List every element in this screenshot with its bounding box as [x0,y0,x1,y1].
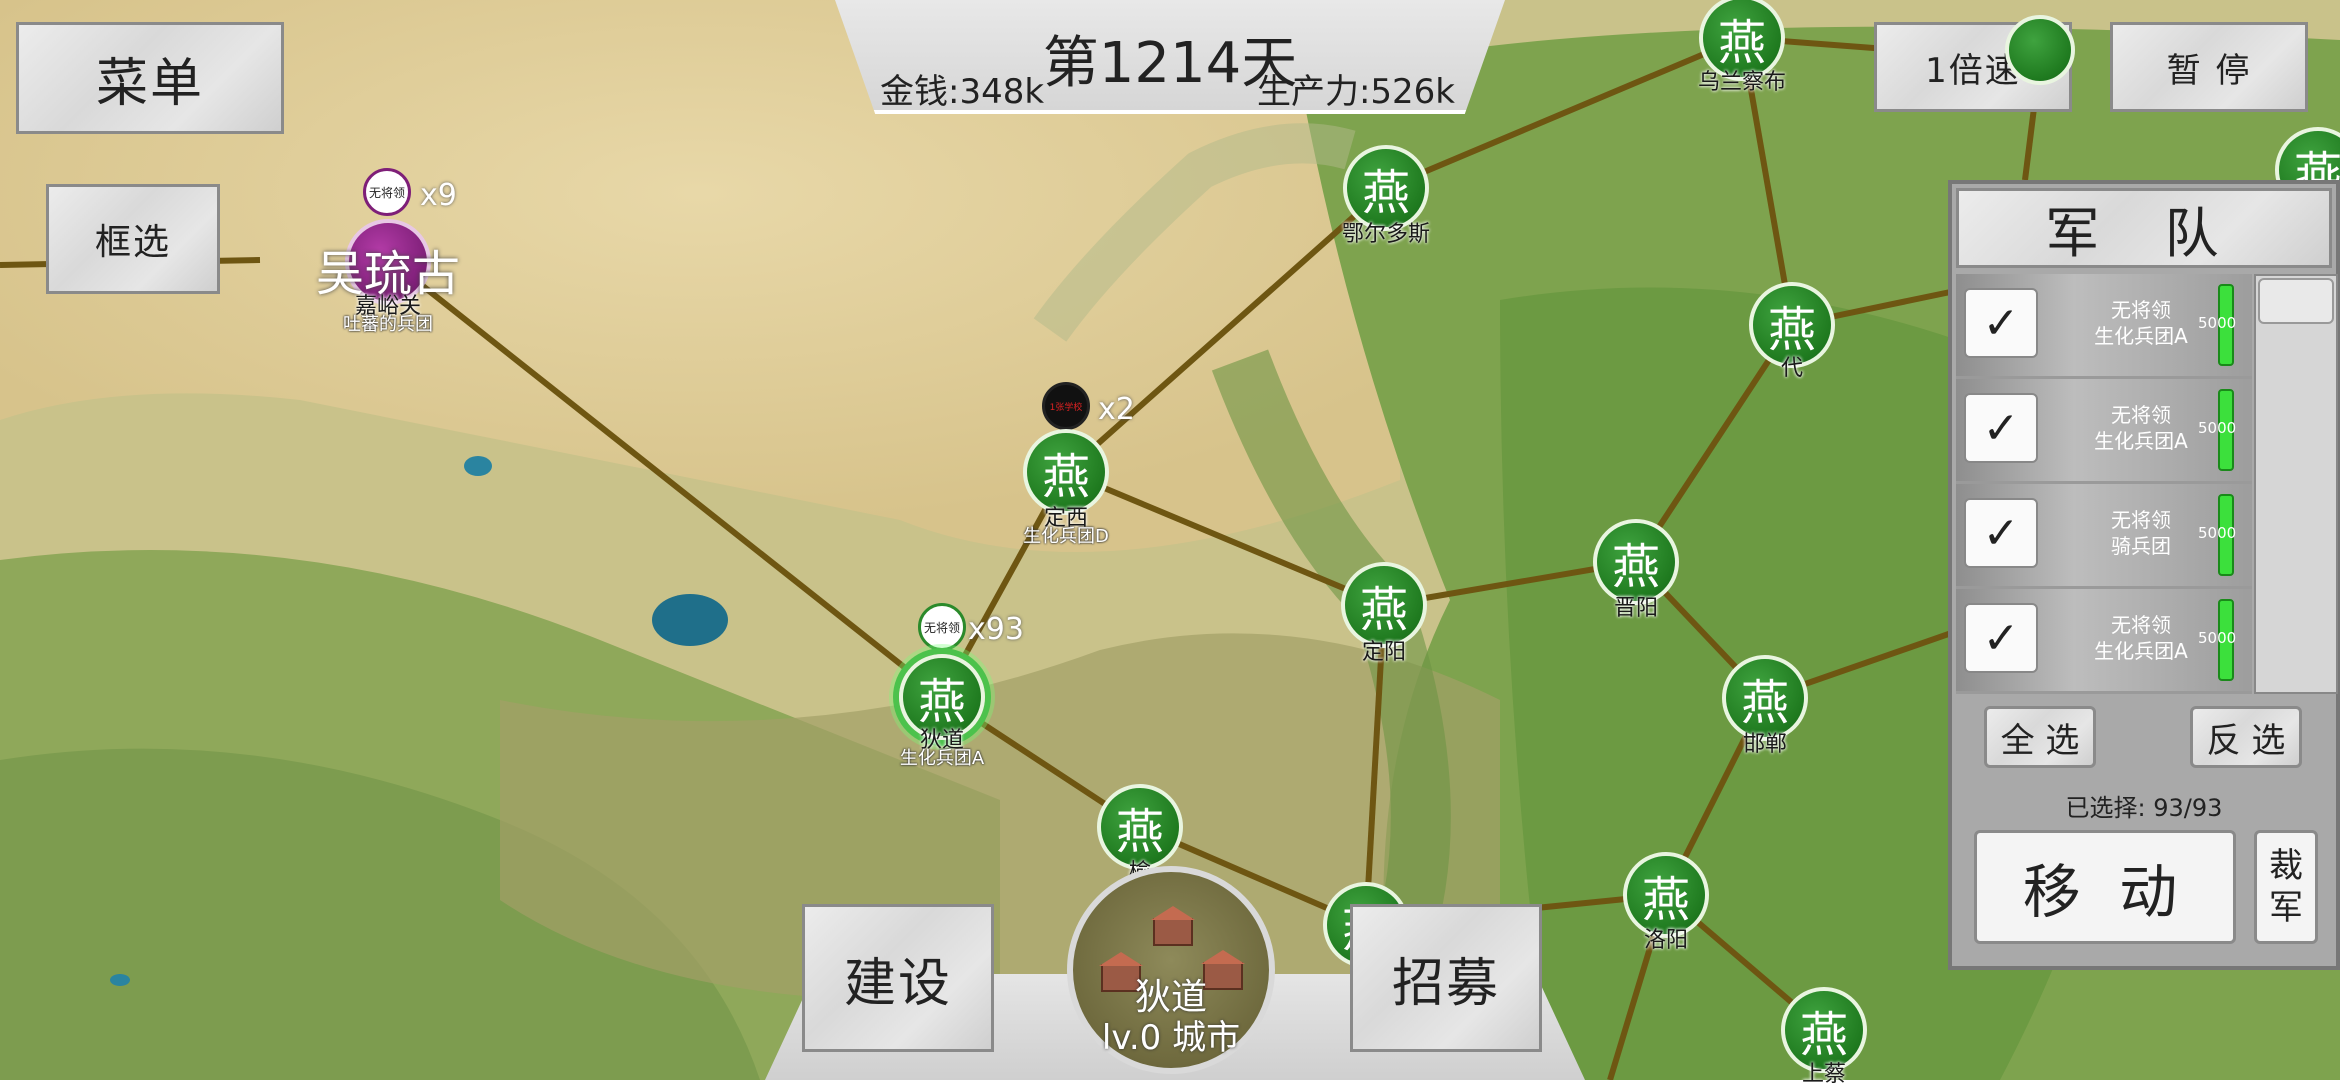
army-label-jiayuguan: 吐蕃的兵团 [343,314,433,335]
faction-char: 燕 [1641,872,1690,928]
army-panel: 军 队 ✓ 无将领 生化兵团A 5000 ✓ 无将领 生化兵团A 5000 ✓ … [1948,180,2340,970]
army-label-dingxi: 生化兵团D [1023,526,1109,547]
recruit-button[interactable]: 招募 [1350,904,1542,1052]
general-badge: 无将领 [918,603,966,651]
top-info-plate: 第1214天 金钱:348k 生产力:526k [835,0,1505,114]
production-display: 生产力:526k [1256,72,1455,112]
build-button[interactable]: 建设 [802,904,994,1052]
badge-text: 无将领 [368,185,405,200]
faction-char: 燕 [1799,1007,1848,1063]
army-multiplier: x93 [968,612,1024,647]
faction-char: 燕 [1041,449,1090,505]
army-label-didao: 生化兵团A [899,748,985,769]
money-display: 金钱:348k [880,72,1045,112]
badge-text: 1张学校 [1049,402,1083,413]
faction-char: 燕 [1611,539,1660,595]
faction-char: 燕 [1361,165,1410,221]
city-name-dai: 代 [1780,356,1804,381]
army-row-checkbox[interactable]: ✓ [1964,288,2038,358]
build-label: 建设 [843,953,952,1014]
city-name-jinyang: 晋阳 [1613,596,1659,621]
move-button[interactable]: 移 动 [1974,830,2236,944]
army-row-count: 5000 [2198,524,2237,542]
pause-label: 暂 停 [2166,50,2252,91]
menu-button[interactable]: 菜单 [16,22,284,134]
city-name-ordos: 鄂尔多斯 [1341,222,1431,247]
select-all-button[interactable]: 全 选 [1984,706,2096,768]
army-row-checkbox[interactable]: ✓ [1964,498,2038,568]
city-name-ulanqab: 乌兰察布 [1697,70,1787,95]
general-badge: 无将领 [363,168,411,216]
disband-button[interactable]: 裁军 [2254,830,2318,944]
pause-button[interactable]: 暂 停 [2110,22,2308,112]
general-badge: 1张学校 [1042,382,1090,430]
city-name-shangcai: 上蔡 [1801,1062,1847,1087]
army-multiplier: x9 [420,178,457,213]
city-name-dingyang: 定阳 [1361,640,1407,665]
army-row-count: 5000 [2198,314,2237,332]
army-row-count: 5000 [2198,629,2237,647]
faction-char: 燕 [1115,804,1164,860]
army-row-count: 5000 [2198,419,2237,437]
faction-char: 燕 [1717,15,1766,71]
army-multiplier: x2 [1098,392,1135,427]
army-panel-title: 军 队 [1956,188,2332,268]
army-row[interactable]: ✓ 无将领 生化兵团A 5000 [1956,589,2252,691]
disband-label: 裁军 [2269,846,2303,928]
house-icon [1201,950,1245,990]
box-select-label: 框选 [94,222,171,263]
faction-char: 燕 [1740,675,1789,731]
scrollbar-thumb[interactable] [2258,278,2334,324]
army-list-scrollbar[interactable] [2254,274,2338,694]
city-name-handan: 邯郸 [1742,732,1788,757]
selected-city-level: lv.0 城市 [1101,1018,1241,1058]
selected-count: 已选择: 93/93 [2065,794,2223,822]
faction-char: 燕 [1359,582,1408,638]
army-row[interactable]: ✓ 无将领 生化兵团A 5000 [1956,379,2252,481]
menu-button-label: 菜单 [95,53,204,114]
army-row-checkbox[interactable]: ✓ [1964,603,2038,673]
badge-text: 无将领 [923,620,960,635]
invert-selection-button[interactable]: 反 选 [2190,706,2302,768]
house-icon [1151,906,1195,946]
army-row[interactable]: ✓ 无将领 骑兵团 5000 [1956,484,2252,586]
city-name-luoyang: 洛阳 [1643,928,1689,953]
army-row[interactable]: ✓ 无将领 生化兵团A 5000 [1956,274,2252,376]
army-list[interactable]: ✓ 无将领 生化兵团A 5000 ✓ 无将领 生化兵团A 5000 ✓ 无将领 … [1956,274,2252,694]
recruit-label: 招募 [1391,953,1500,1014]
army-row-checkbox[interactable]: ✓ [1964,393,2038,463]
box-select-button[interactable]: 框选 [46,184,220,294]
city-node-edge[interactable] [2005,15,2075,85]
